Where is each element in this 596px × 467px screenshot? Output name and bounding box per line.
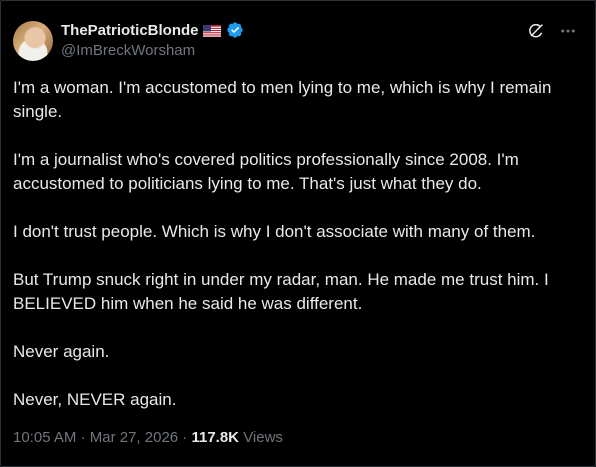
views-count[interactable]: 117.8K [191,429,239,446]
tweet-card: ThePatrioticBlonde @ImBreckWorsham I'm a… [0,0,596,467]
tweet-paragraph: I'm a journalist who's covered politics … [13,150,519,193]
tweet-meta: 10:05 AM · Mar 27, 2026 · 117.8K Views [13,429,283,446]
meta-separator: · [80,429,86,446]
tweet-text: I'm a woman. I'm accustomed to men lying… [13,76,583,436]
tweet-paragraph: I'm a woman. I'm accustomed to men lying… [13,78,552,121]
author-handle[interactable]: @ImBreckWorsham [61,42,195,59]
meta-separator: · [182,429,188,446]
tweet-time[interactable]: 10:05 AM [13,429,76,446]
verified-badge-icon[interactable] [226,21,244,39]
header-actions [527,22,577,40]
tweet-paragraph: I don't trust people. Which is why I don… [13,222,536,241]
more-icon[interactable] [559,22,577,40]
tweet-date[interactable]: Mar 27, 2026 [90,429,178,446]
tweet-paragraph: But Trump snuck right in under my radar,… [13,270,549,313]
tweet-paragraph: Never, NEVER again. [13,390,177,409]
us-flag-icon [202,24,221,37]
avatar[interactable] [13,21,53,61]
tweet-paragraph: Never again. [13,342,110,361]
author-name-row[interactable]: ThePatrioticBlonde [61,20,244,40]
author-display-name[interactable]: ThePatrioticBlonde [61,22,199,39]
views-label[interactable]: Views [243,429,283,446]
grok-icon[interactable] [527,22,545,40]
